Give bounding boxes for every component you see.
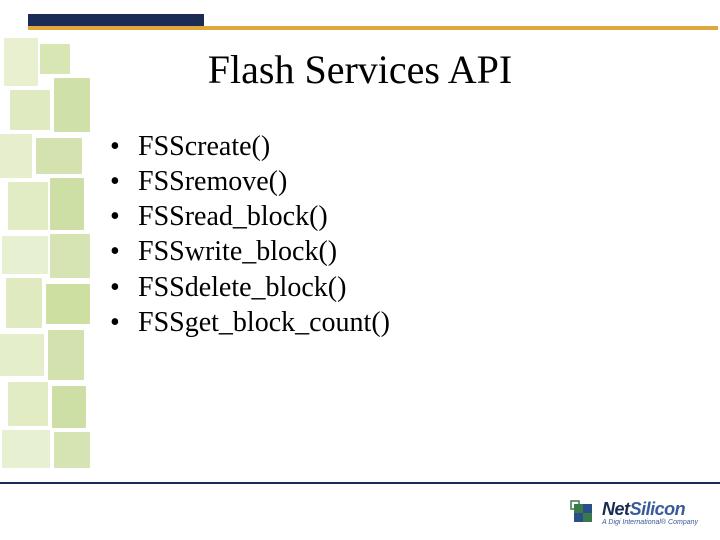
list-item: FSSwrite_block() [110,235,630,269]
slide: Flash Services API FSScreate()FSSremove(… [0,0,720,540]
decor-block [50,178,84,230]
list-item: FSSget_block_count() [110,306,630,340]
list-item: FSSdelete_block() [110,271,630,305]
footer-rule [0,482,720,484]
decor-block [8,382,48,426]
bullet-list: FSScreate()FSSremove()FSSread_block()FSS… [110,130,630,341]
left-decor-column [0,38,108,470]
decor-block [0,134,32,178]
decor-block [2,236,48,274]
decor-block [2,430,50,468]
decor-block [48,330,84,380]
decor-block [8,182,48,230]
page-title: Flash Services API [0,46,720,93]
decor-block [0,334,44,376]
top-accent-bar-dark [28,14,204,26]
decor-block [52,386,86,428]
top-accent-bar-gold [28,26,718,30]
brand-name-part1: Net [602,499,630,519]
decor-block [50,234,90,278]
netsilicon-logo-icon [570,500,596,526]
decor-block [54,432,90,468]
list-item: FSSread_block() [110,200,630,234]
decor-block [36,138,82,174]
list-item: FSScreate() [110,130,630,164]
decor-block [6,278,42,328]
footer-logo: NetSilicon A Digi International® Company [570,500,698,526]
decor-block [46,284,90,324]
brand-name: NetSilicon [602,500,698,518]
brand-name-part2: Silicon [630,499,686,519]
brand-text: NetSilicon A Digi International® Company [602,500,698,526]
list-item: FSSremove() [110,165,630,199]
decor-block [10,90,50,130]
brand-tagline: A Digi International® Company [602,519,698,526]
